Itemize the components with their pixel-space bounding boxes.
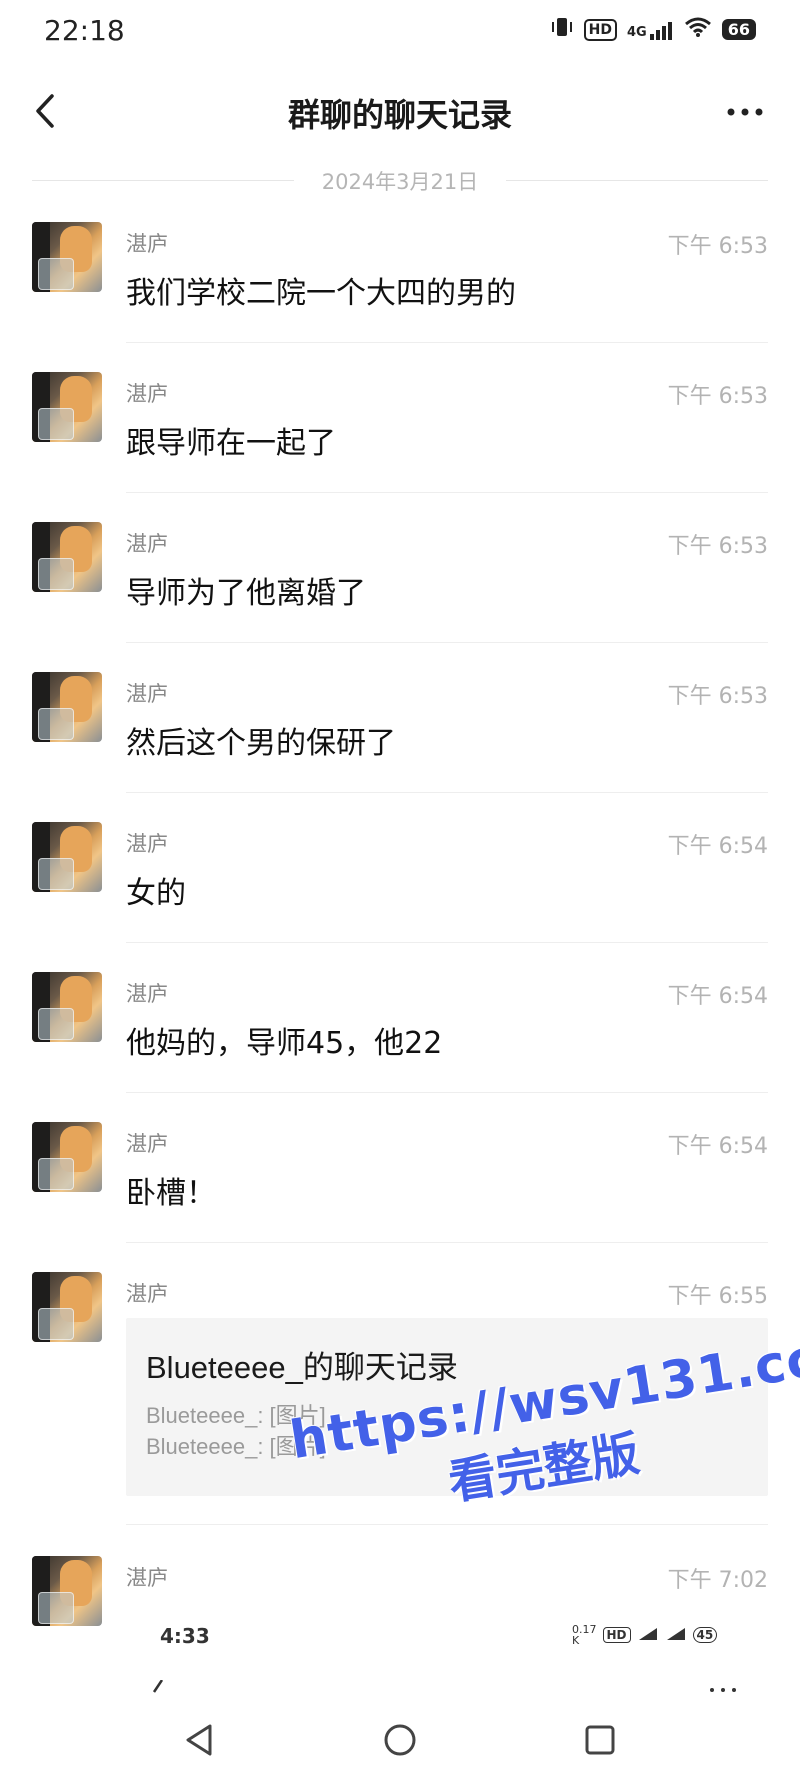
wifi-icon (684, 16, 712, 43)
message-item: 湛庐 下午 6:54 卧槽！ (0, 1122, 800, 1250)
message-time: 下午 6:53 (667, 384, 768, 409)
sender-name: 湛庐 (126, 682, 168, 706)
signal-icon (637, 1627, 659, 1644)
nav-home-button[interactable] (376, 1716, 424, 1764)
message-text: 我们学校二院一个大四的男的 (126, 276, 516, 311)
separator-line-right (506, 180, 768, 181)
embedded-title-bar-partial (0, 1680, 800, 1694)
avatar[interactable] (32, 522, 102, 592)
more-options-button[interactable] (720, 92, 770, 132)
message-item: 湛庐 下午 6:53 然后这个男的保研了 (0, 672, 800, 800)
embedded-status-bar: 4:33 0.17 K HD 45 (0, 1618, 800, 1658)
vibrate-icon (550, 16, 574, 43)
message-divider (126, 1242, 768, 1243)
sender-name: 湛庐 (126, 382, 168, 406)
hd-icon: HD (583, 18, 618, 41)
sender-name: 湛庐 (126, 832, 168, 856)
nav-recents-button[interactable] (576, 1716, 624, 1764)
message-divider (126, 492, 768, 493)
avatar[interactable] (32, 672, 102, 742)
message-text: 他妈的，导师45，他22 (126, 1026, 443, 1061)
message-text: 女的 (126, 876, 186, 911)
message-text: 跟导师在一起了 (126, 426, 336, 461)
message-divider (126, 1092, 768, 1093)
message-time: 下午 6:53 (667, 534, 768, 559)
chevron-left-icon (152, 1680, 164, 1693)
avatar[interactable] (32, 972, 102, 1042)
message-time: 下午 6:55 (667, 1284, 768, 1309)
message-time: 下午 6:54 (667, 984, 768, 1009)
avatar[interactable] (32, 1556, 102, 1626)
message-time: 下午 7:02 (667, 1568, 768, 1593)
sender-name: 湛庐 (126, 982, 168, 1006)
message-time: 下午 6:54 (667, 834, 768, 859)
message-item: 湛庐 下午 6:53 我们学校二院一个大四的男的 (0, 222, 800, 350)
title-bar: 群聊的聊天记录 (0, 70, 800, 150)
avatar[interactable] (32, 222, 102, 292)
message-divider (126, 942, 768, 943)
square-recents-icon (585, 1725, 615, 1755)
sender-name: 湛庐 (126, 1132, 168, 1156)
battery-icon: 45 (692, 1627, 718, 1643)
message-item: 湛庐 下午 6:53 导师为了他离婚了 (0, 522, 800, 650)
more-horizontal-icon (727, 108, 763, 116)
embedded-status-icons: 0.17 K HD 45 (572, 1624, 718, 1646)
circle-home-icon (384, 1724, 416, 1756)
date-label: 2024年3月21日 (321, 170, 479, 194)
avatar[interactable] (32, 1272, 102, 1342)
date-separator: 2024年3月21日 (32, 166, 768, 196)
message-time: 下午 6:54 (667, 1134, 768, 1159)
message-text: 卧槽！ (126, 1176, 216, 1211)
chat-record-title: Blueteeee_的聊天记录 (146, 1350, 458, 1385)
sender-name: 湛庐 (126, 232, 168, 256)
message-divider (126, 792, 768, 793)
sender-name: 湛庐 (126, 532, 168, 556)
battery-icon: 66 (721, 19, 756, 40)
message-divider (126, 642, 768, 643)
sender-name: 湛庐 (126, 1566, 168, 1590)
net-speed: 0.17 K (572, 1624, 597, 1646)
system-nav-bar (0, 1694, 800, 1784)
status-bar: 22:18 HD 4G 66 (0, 0, 800, 62)
avatar[interactable] (32, 372, 102, 442)
message-item: 湛庐 下午 6:53 跟导师在一起了 (0, 372, 800, 500)
avatar[interactable] (32, 822, 102, 892)
sender-name: 湛庐 (126, 1282, 168, 1306)
hd-icon: HD (602, 1627, 631, 1643)
embedded-status-time: 4:33 (160, 1624, 210, 1648)
message-text: 导师为了他离婚了 (126, 576, 366, 611)
triangle-back-icon (186, 1724, 212, 1756)
message-item: 湛庐 下午 6:54 女的 (0, 822, 800, 950)
page-title: 群聊的聊天记录 (287, 96, 512, 134)
network-type-label: 4G (627, 24, 647, 40)
avatar[interactable] (32, 1122, 102, 1192)
nav-back-button[interactable] (176, 1716, 224, 1764)
signal-icon (665, 1627, 687, 1644)
more-horizontal-icon (710, 1688, 736, 1692)
message-divider (126, 1524, 768, 1525)
status-icons: HD 4G 66 (550, 16, 756, 43)
message-time: 下午 6:53 (667, 234, 768, 259)
net-speed-unit: K (572, 1634, 580, 1647)
message-item: 湛庐 下午 6:54 他妈的，导师45，他22 (0, 972, 800, 1100)
message-text: 然后这个男的保研了 (126, 726, 396, 761)
signal-icon: 4G (627, 20, 674, 40)
status-time: 22:18 (44, 14, 125, 47)
message-divider (126, 342, 768, 343)
message-time: 下午 6:53 (667, 684, 768, 709)
